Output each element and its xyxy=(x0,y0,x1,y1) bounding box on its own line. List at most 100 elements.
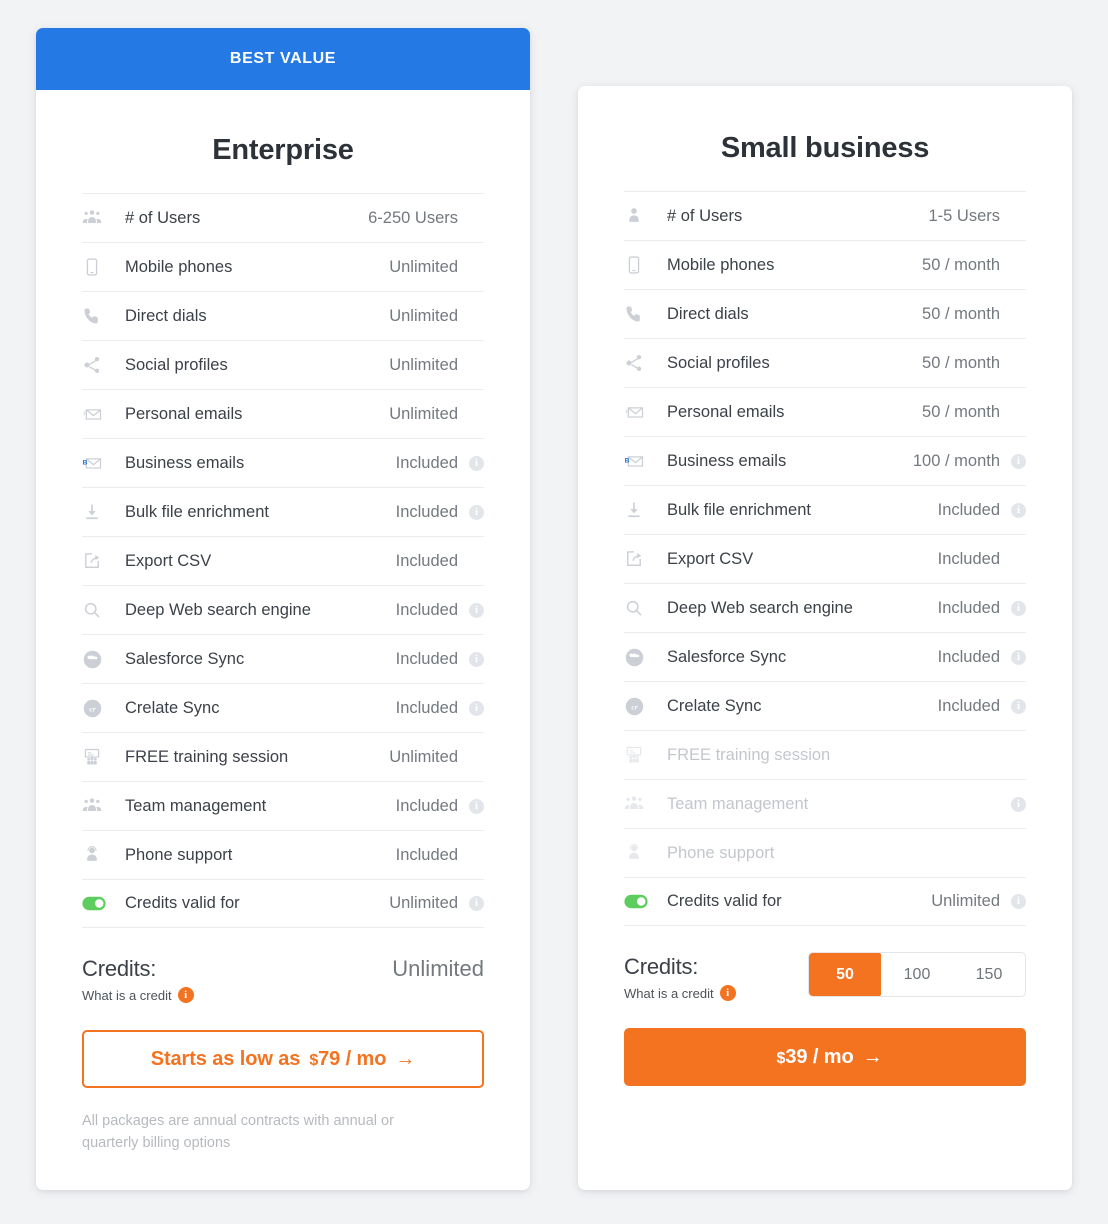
feature-info-icon[interactable]: i xyxy=(458,896,484,911)
cta-price-value: 79 / mo xyxy=(318,1047,387,1070)
toggle-on-icon xyxy=(82,895,112,912)
feature-row: Mobile phonesUnlimitedi xyxy=(82,242,484,291)
feature-label: Direct dials xyxy=(667,304,749,323)
feature-label: Business emails xyxy=(667,451,787,470)
what-is-a-credit-link[interactable]: What is a credit i xyxy=(82,987,194,1003)
feature-label: # of Users xyxy=(125,208,201,227)
credits-option-50[interactable]: 50 xyxy=(809,953,882,996)
credits-left: Credits: What is a credit i xyxy=(82,954,194,1003)
feature-value: 50 / month xyxy=(922,353,1000,372)
feature-row: B Business emails 100 / month i xyxy=(624,436,1026,485)
cta-prefix: Starts as low as xyxy=(150,1047,301,1070)
feature-info-icon[interactable]: i xyxy=(1000,894,1026,909)
feature-info-icon[interactable]: i xyxy=(458,651,484,667)
feature-row: Bulk file enrichment Included i xyxy=(82,487,484,536)
feature-list: # of Users 6-250 Users i Mobile phones Unlim… xyxy=(36,193,530,928)
credit-info-icon[interactable]: i xyxy=(719,985,736,1001)
info-icon: i xyxy=(1011,698,1026,714)
feature-info-icon[interactable]: i xyxy=(458,602,484,618)
feature-value: 50 / month xyxy=(922,304,1000,323)
credits-label: Credits: xyxy=(82,956,157,981)
download-file-icon xyxy=(624,500,654,520)
feature-info-icon[interactable]: i xyxy=(458,504,484,520)
feature-value: Included xyxy=(395,600,458,619)
credits-value: Unlimited xyxy=(392,956,484,981)
credits-selector: 50 100 150 xyxy=(808,952,1026,997)
feature-label: Mobile phones xyxy=(667,255,775,274)
mobile-phone-icon xyxy=(624,255,654,275)
feature-label: FREE training session xyxy=(667,745,831,764)
info-icon: i xyxy=(469,896,484,911)
feature-value: Included xyxy=(395,453,458,472)
feature-info-icon[interactable]: i xyxy=(458,798,484,814)
export-csv-icon xyxy=(82,551,112,571)
feature-info-icon[interactable]: i xyxy=(458,700,484,716)
phone-handset-icon xyxy=(624,304,654,324)
feature-value: 50 / month xyxy=(922,402,1000,421)
feature-info-icon[interactable]: i xyxy=(458,455,484,471)
arrow-right-icon: → xyxy=(395,1047,416,1070)
feature-row: Salesforce Sync Included i xyxy=(624,632,1026,681)
feature-label: Bulk file enrichment xyxy=(125,502,269,521)
feature-row: cr Crelate Sync Included i xyxy=(82,683,484,732)
mobile-phone-icon xyxy=(82,257,112,277)
info-icon: i xyxy=(469,602,484,618)
feature-info-icon[interactable]: i xyxy=(1000,796,1026,812)
credits-left: Credits: What is a credit i xyxy=(624,952,736,1001)
credit-info-icon[interactable]: i xyxy=(177,987,194,1003)
feature-row: Export CSVIncludedi xyxy=(82,536,484,585)
plan-title-small-business: Small business xyxy=(720,132,930,164)
feature-value: Included xyxy=(937,647,1000,666)
feature-row: FREE training sessionUnlimitedi xyxy=(82,732,484,781)
credits-option-100[interactable]: 100 xyxy=(881,953,953,996)
feature-label: Team management xyxy=(125,796,267,815)
credits-option-150[interactable]: 150 xyxy=(953,953,1025,996)
training-board-icon xyxy=(82,747,112,767)
feature-label: Phone support xyxy=(125,845,233,864)
feature-row: Direct dialsUnlimitedi xyxy=(82,291,484,340)
search-icon xyxy=(82,600,112,620)
feature-value: 50 / month xyxy=(922,255,1000,274)
svg-text:cr: cr xyxy=(631,702,637,711)
feature-info-icon[interactable]: i xyxy=(1000,600,1026,616)
feature-label: Mobile phones xyxy=(125,257,233,276)
feature-row: Team management i xyxy=(624,779,1026,828)
feature-label: Crelate Sync xyxy=(125,698,220,717)
share-nodes-icon xyxy=(624,353,654,373)
search-icon xyxy=(624,598,654,618)
info-icon: i xyxy=(1011,894,1026,909)
feature-info-icon[interactable]: i xyxy=(1000,453,1026,469)
feature-value: Included xyxy=(395,796,458,815)
what-is-a-credit-label: What is a credit xyxy=(624,985,714,1001)
feature-label: Salesforce Sync xyxy=(125,649,245,668)
feature-row: Team management Included i xyxy=(82,781,484,830)
personal-email-icon: P xyxy=(624,402,654,422)
feature-row: Bulk file enrichment Included i xyxy=(624,485,1026,534)
feature-row: FREE training sessioni xyxy=(624,730,1026,779)
feature-info-icon[interactable]: i xyxy=(1000,649,1026,665)
feature-label: FREE training session xyxy=(125,747,289,766)
cta-wrapper: Starts as low as $79 / mo → xyxy=(36,1003,530,1088)
feature-label: Salesforce Sync xyxy=(667,647,787,666)
cta-button-small-business[interactable]: $39 / mo → xyxy=(624,1028,1026,1086)
feature-info-icon[interactable]: i xyxy=(1000,502,1026,518)
what-is-a-credit-link[interactable]: What is a credit i xyxy=(624,985,736,1001)
pricing-plans-container: BEST VALUE Enterprise # of Users 6-250 User… xyxy=(0,0,1108,1224)
feature-label: Personal emails xyxy=(125,404,243,423)
feature-label: Direct dials xyxy=(125,306,207,325)
feature-info-icon[interactable]: i xyxy=(1000,698,1026,714)
svg-text:P: P xyxy=(83,411,87,417)
cta-price: $39 / mo xyxy=(777,1046,854,1069)
crelate-icon: cr xyxy=(82,698,112,719)
feature-value: Included xyxy=(395,551,458,570)
info-icon: i xyxy=(1011,600,1026,616)
cta-button-enterprise[interactable]: Starts as low as $79 / mo → xyxy=(82,1030,484,1088)
feature-label: Deep Web search engine xyxy=(125,600,311,619)
feature-row: Mobile phones50 / monthi xyxy=(624,240,1026,289)
feature-value: Included xyxy=(937,500,1000,519)
feature-value: Included xyxy=(395,502,458,521)
feature-value: Unlimited xyxy=(389,747,458,766)
feature-value: Included xyxy=(937,549,1000,568)
pricing-card-enterprise: BEST VALUE Enterprise # of Users 6-250 User… xyxy=(36,28,530,1190)
feature-label: Crelate Sync xyxy=(667,696,762,715)
